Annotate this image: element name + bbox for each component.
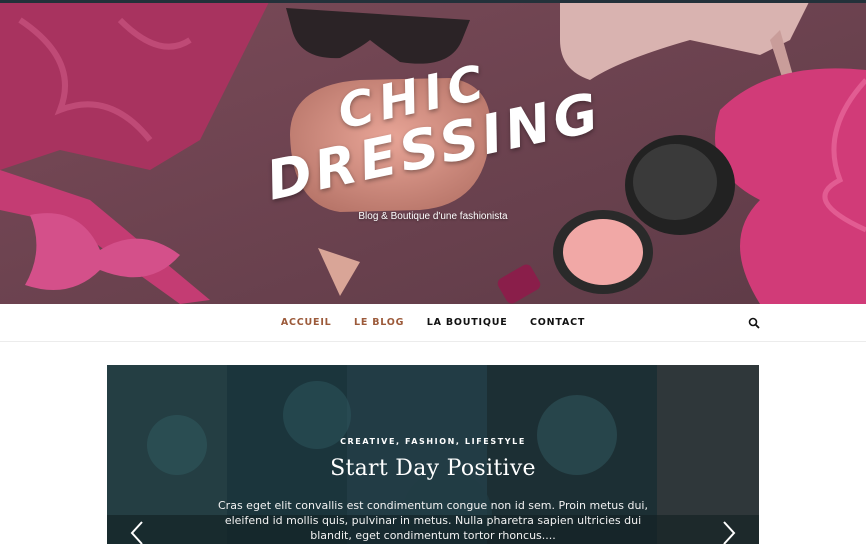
- nav-menu: ACCUEIL LE BLOG LA BOUTIQUE CONTACT: [0, 304, 866, 342]
- nav-item-le-blog[interactable]: LE BLOG: [354, 304, 404, 342]
- site-tagline: Blog & Boutique d'une fashionista: [358, 211, 508, 222]
- search-icon[interactable]: [748, 317, 760, 329]
- slide-content: CREATIVE, FASHION, LIFESTYLE Start Day P…: [107, 437, 759, 543]
- slide-categories[interactable]: CREATIVE, FASHION, LIFESTYLE: [107, 437, 759, 446]
- featured-slider: CREATIVE, FASHION, LIFESTYLE Start Day P…: [107, 365, 759, 544]
- top-border: [0, 0, 866, 3]
- nav-item-accueil[interactable]: ACCUEIL: [281, 304, 332, 342]
- slide-excerpt: Cras eget elit convallis est condimentum…: [218, 499, 648, 542]
- nav-item-contact[interactable]: CONTACT: [530, 304, 585, 342]
- chevron-right-icon[interactable]: [722, 520, 736, 544]
- main-navigation: ACCUEIL LE BLOG LA BOUTIQUE CONTACT: [0, 304, 866, 342]
- chevron-left-icon[interactable]: [130, 520, 144, 544]
- slide-title[interactable]: Start Day Positive: [107, 456, 759, 481]
- nav-item-la-boutique[interactable]: LA BOUTIQUE: [427, 304, 508, 342]
- site-header-hero: CHIC DRESSING Blog & Boutique d'une fash…: [0, 0, 866, 304]
